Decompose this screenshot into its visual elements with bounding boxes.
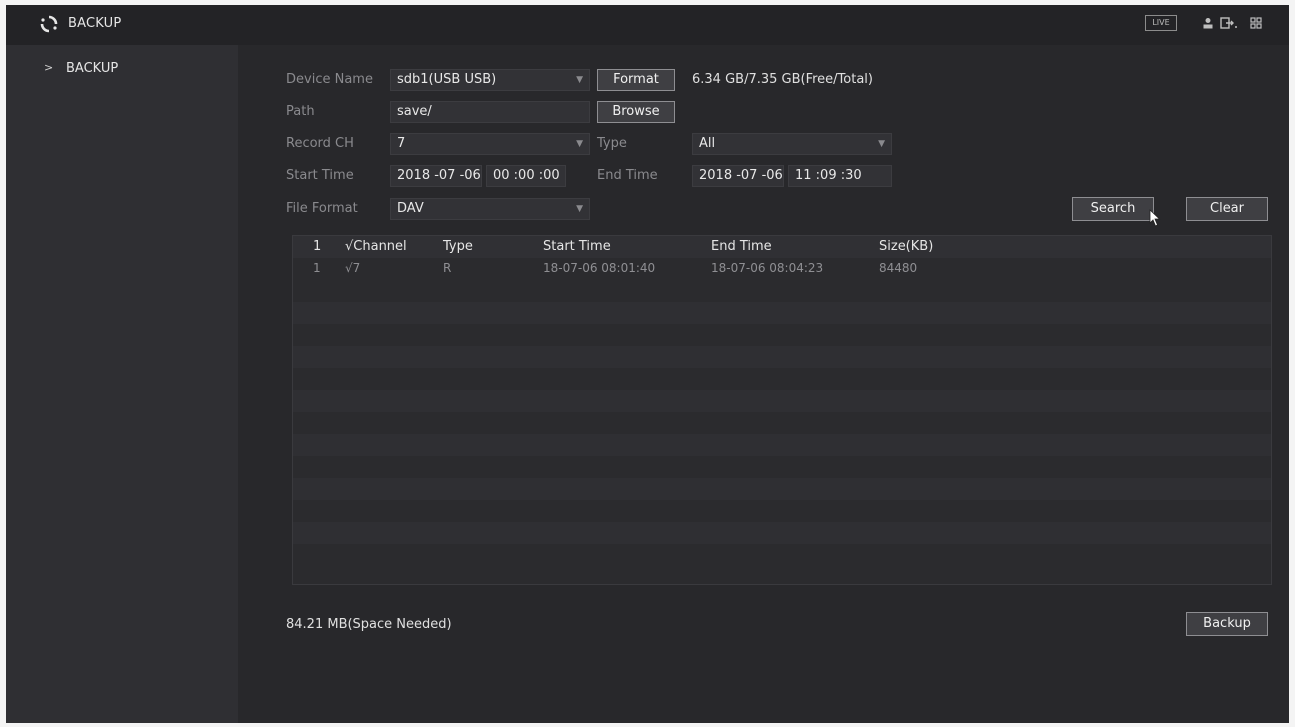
type-label: Type: [597, 136, 627, 151]
row-start-time: 18-07-06 08:01:40: [543, 261, 656, 275]
end-clock-field[interactable]: 11 :09 :30: [788, 165, 892, 187]
row-type: R: [443, 261, 452, 275]
sidebar: > BACKUP: [6, 45, 238, 723]
table-header: 1 √Channel Type Start Time End Time Size…: [293, 236, 1271, 258]
chevron-down-icon: ▼: [878, 139, 885, 149]
start-time-label: Start Time: [286, 168, 354, 183]
file-format-value: DAV: [397, 201, 424, 216]
backup-button[interactable]: Backup: [1186, 612, 1268, 636]
refresh-logo-icon: [40, 15, 58, 33]
empty-row: [293, 390, 1271, 412]
start-clock-field[interactable]: 00 :00 :00: [486, 165, 566, 187]
chevron-down-icon: ▼: [576, 204, 583, 214]
space-needed-text: 84.21 MB(Space Needed): [286, 617, 452, 632]
browse-button[interactable]: Browse: [597, 101, 675, 123]
file-format-dropdown[interactable]: DAV ▼: [390, 198, 590, 220]
header-end-time: End Time: [711, 239, 772, 254]
empty-row: [293, 434, 1271, 456]
start-date-value: 2018 -07 -06: [397, 168, 481, 183]
device-name-label: Device Name: [286, 72, 373, 87]
header-channel[interactable]: √Channel: [345, 239, 407, 254]
sidebar-item-backup[interactable]: > BACKUP: [6, 55, 238, 81]
mouse-cursor-icon: [1149, 209, 1161, 227]
logout-icon[interactable]: [1220, 17, 1238, 29]
user-icon[interactable]: [1202, 17, 1214, 29]
empty-row: [293, 522, 1271, 544]
record-ch-value: 7: [397, 136, 406, 151]
grid-icon[interactable]: [1250, 17, 1262, 29]
path-value: save/: [397, 104, 432, 119]
live-button[interactable]: LIVE: [1145, 15, 1177, 31]
path-field[interactable]: save/: [390, 101, 590, 123]
empty-row: [293, 346, 1271, 368]
record-ch-label: Record CH: [286, 136, 354, 151]
page-title: BACKUP: [68, 16, 122, 31]
format-button[interactable]: Format: [597, 69, 675, 91]
table-row[interactable]: 1 √7 R 18-07-06 08:01:40 18-07-06 08:04:…: [293, 258, 1271, 280]
search-button[interactable]: Search: [1072, 197, 1154, 221]
device-name-dropdown[interactable]: sdb1(USB USB) ▼: [390, 69, 590, 91]
end-clock-value: 11 :09 :30: [795, 168, 862, 183]
type-value: All: [699, 136, 716, 151]
sidebar-item-label: BACKUP: [66, 61, 119, 76]
header-size: Size(KB): [879, 239, 934, 254]
end-time-label: End Time: [597, 168, 658, 183]
chevron-right-icon: >: [44, 61, 54, 74]
empty-row: [293, 302, 1271, 324]
device-name-value: sdb1(USB USB): [397, 72, 497, 87]
backup-panel: Device Name sdb1(USB USB) ▼ Format 6.34 …: [238, 45, 1289, 723]
start-date-field[interactable]: 2018 -07 -06: [390, 165, 482, 187]
start-clock-value: 00 :00 :00: [493, 168, 560, 183]
header-index[interactable]: 1: [313, 239, 321, 254]
file-table: 1 √Channel Type Start Time End Time Size…: [292, 235, 1272, 585]
path-label: Path: [286, 104, 315, 119]
row-index: 1: [313, 261, 321, 275]
row-end-time: 18-07-06 08:04:23: [711, 261, 824, 275]
empty-row: [293, 478, 1271, 500]
end-date-field[interactable]: 2018 -07 -06: [692, 165, 784, 187]
title-bar: BACKUP LIVE: [6, 5, 1289, 45]
row-channel-checkbox[interactable]: √7: [345, 261, 360, 275]
chevron-down-icon: ▼: [576, 139, 583, 149]
header-type: Type: [443, 239, 473, 254]
chevron-down-icon: ▼: [576, 75, 583, 85]
file-format-label: File Format: [286, 201, 358, 216]
row-size: 84480: [879, 261, 918, 275]
capacity-text: 6.34 GB/7.35 GB(Free/Total): [692, 72, 873, 87]
type-dropdown[interactable]: All ▼: [692, 133, 892, 155]
header-start-time: Start Time: [543, 239, 611, 254]
record-ch-dropdown[interactable]: 7 ▼: [390, 133, 590, 155]
clear-button[interactable]: Clear: [1186, 197, 1268, 221]
end-date-value: 2018 -07 -06: [699, 168, 783, 183]
dvr-screen: BACKUP LIVE > BACKUP Device Name sdb1(US…: [6, 5, 1289, 723]
